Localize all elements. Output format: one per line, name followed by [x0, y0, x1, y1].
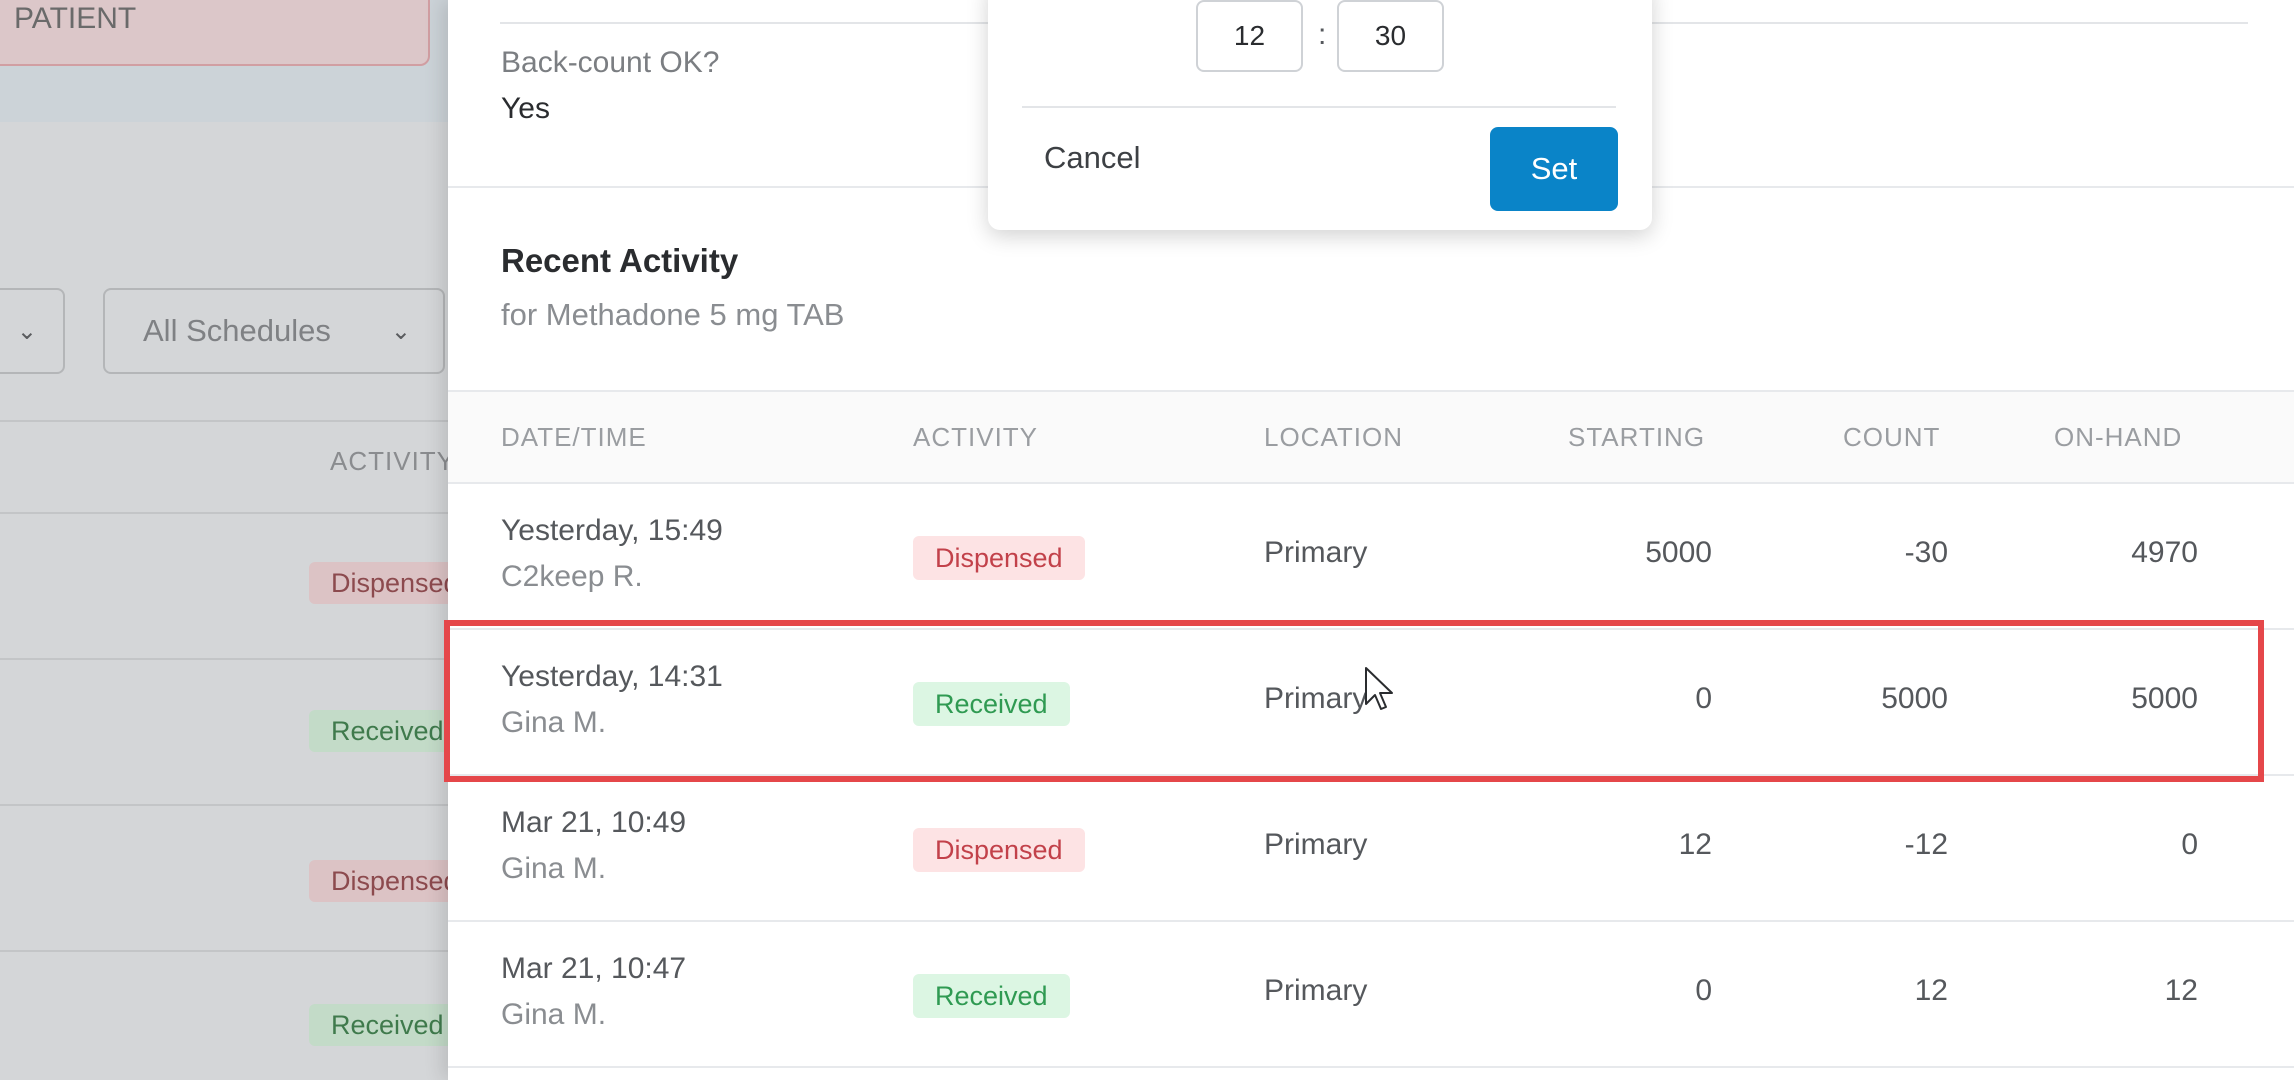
cell-starting: 5000: [1645, 536, 1712, 569]
background-page: PATIENT ⌄ All Schedules ⌄ ACTIVITY Dispe…: [0, 0, 481, 1080]
background-divider: [0, 804, 460, 806]
column-header-onhand: ON-HAND: [2054, 422, 2183, 452]
cell-onhand: 5000: [2131, 682, 2198, 715]
set-button[interactable]: Set: [1490, 127, 1618, 211]
background-status-badge: Received: [309, 1004, 466, 1046]
status-badge: Dispensed: [913, 828, 1085, 872]
cell-onhand: 12: [2164, 974, 2198, 1007]
column-header-datetime: DATE/TIME: [501, 422, 647, 452]
cell-count: 5000: [1881, 682, 1948, 715]
cell-datetime: Yesterday, 15:49: [501, 514, 723, 547]
cell-count: 12: [1914, 974, 1948, 1007]
backcount-label: Back-count OK?: [501, 46, 720, 79]
mouse-cursor-icon: [1365, 667, 1393, 710]
divider: [1022, 106, 1616, 108]
cell-datetime: Yesterday, 14:31: [501, 660, 723, 693]
time-picker-popover: 12 : 30 Cancel Set: [988, 0, 1652, 230]
table-row[interactable]: Mar 21, 10:49 Gina M. Dispensed Primary …: [448, 774, 2294, 920]
cell-starting: 0: [1695, 682, 1712, 715]
status-badge: Dispensed: [913, 536, 1085, 580]
patient-field[interactable]: PATIENT: [0, 0, 430, 66]
cell-onhand: 0: [2181, 828, 2198, 861]
column-header-count: COUNT: [1843, 422, 1941, 452]
cell-count: -12: [1904, 828, 1948, 861]
background-divider: [0, 658, 460, 660]
backcount-value: Yes: [501, 92, 550, 125]
cell-datetime: Mar 21, 10:47: [501, 952, 687, 985]
background-header: PATIENT: [0, 0, 460, 122]
column-header-location: LOCATION: [1264, 422, 1403, 452]
column-header-activity: ACTIVITY: [913, 422, 1039, 452]
cell-onhand: 4970: [2131, 536, 2198, 569]
cell-location: Primary: [1264, 682, 1368, 715]
cell-location: Primary: [1264, 536, 1368, 569]
background-divider: [0, 950, 460, 952]
background-divider: [0, 512, 460, 514]
status-badge: Received: [913, 974, 1070, 1018]
cell-user: Gina M.: [501, 852, 607, 885]
section-title: Recent Activity: [501, 242, 739, 279]
cell-user: Gina M.: [501, 706, 607, 739]
schedule-select-value: All Schedules: [143, 313, 331, 348]
screen: PATIENT ⌄ All Schedules ⌄ ACTIVITY Dispe…: [0, 0, 2294, 1080]
schedule-select[interactable]: All Schedules ⌄: [103, 288, 445, 374]
column-header-starting: STARTING: [1568, 422, 1706, 452]
hours-input[interactable]: 12: [1196, 0, 1303, 72]
background-activity-header: ACTIVITY: [330, 446, 456, 476]
cell-starting: 0: [1695, 974, 1712, 1007]
table-row[interactable]: Yesterday, 15:49 C2keep R. Dispensed Pri…: [448, 482, 2294, 628]
cell-datetime: Mar 21, 10:49: [501, 806, 687, 839]
time-separator: :: [1318, 18, 1327, 51]
patient-label: PATIENT: [14, 2, 137, 35]
chevron-down-icon: ⌄: [390, 317, 411, 345]
cell-user: Gina M.: [501, 998, 607, 1031]
cancel-button[interactable]: Cancel: [1028, 128, 1157, 188]
divider: [448, 1066, 2294, 1068]
section-subtitle: for Methadone 5 mg TAB: [501, 297, 845, 332]
status-badge: Received: [913, 682, 1070, 726]
cell-starting: 12: [1678, 828, 1712, 861]
cell-location: Primary: [1264, 828, 1368, 861]
filter-select[interactable]: ⌄: [0, 288, 65, 374]
minutes-input[interactable]: 30: [1337, 0, 1444, 72]
cell-user: C2keep R.: [501, 560, 643, 593]
cell-count: -30: [1904, 536, 1948, 569]
cell-location: Primary: [1264, 974, 1368, 1007]
background-status-badge: Received: [309, 710, 466, 752]
table-row[interactable]: Mar 21, 10:47 Gina M. Received Primary 0…: [448, 920, 2294, 1066]
background-divider: [0, 420, 460, 422]
table-header: DATE/TIME ACTIVITY LOCATION STARTING COU…: [448, 390, 2294, 482]
chevron-down-icon: ⌄: [16, 317, 37, 345]
